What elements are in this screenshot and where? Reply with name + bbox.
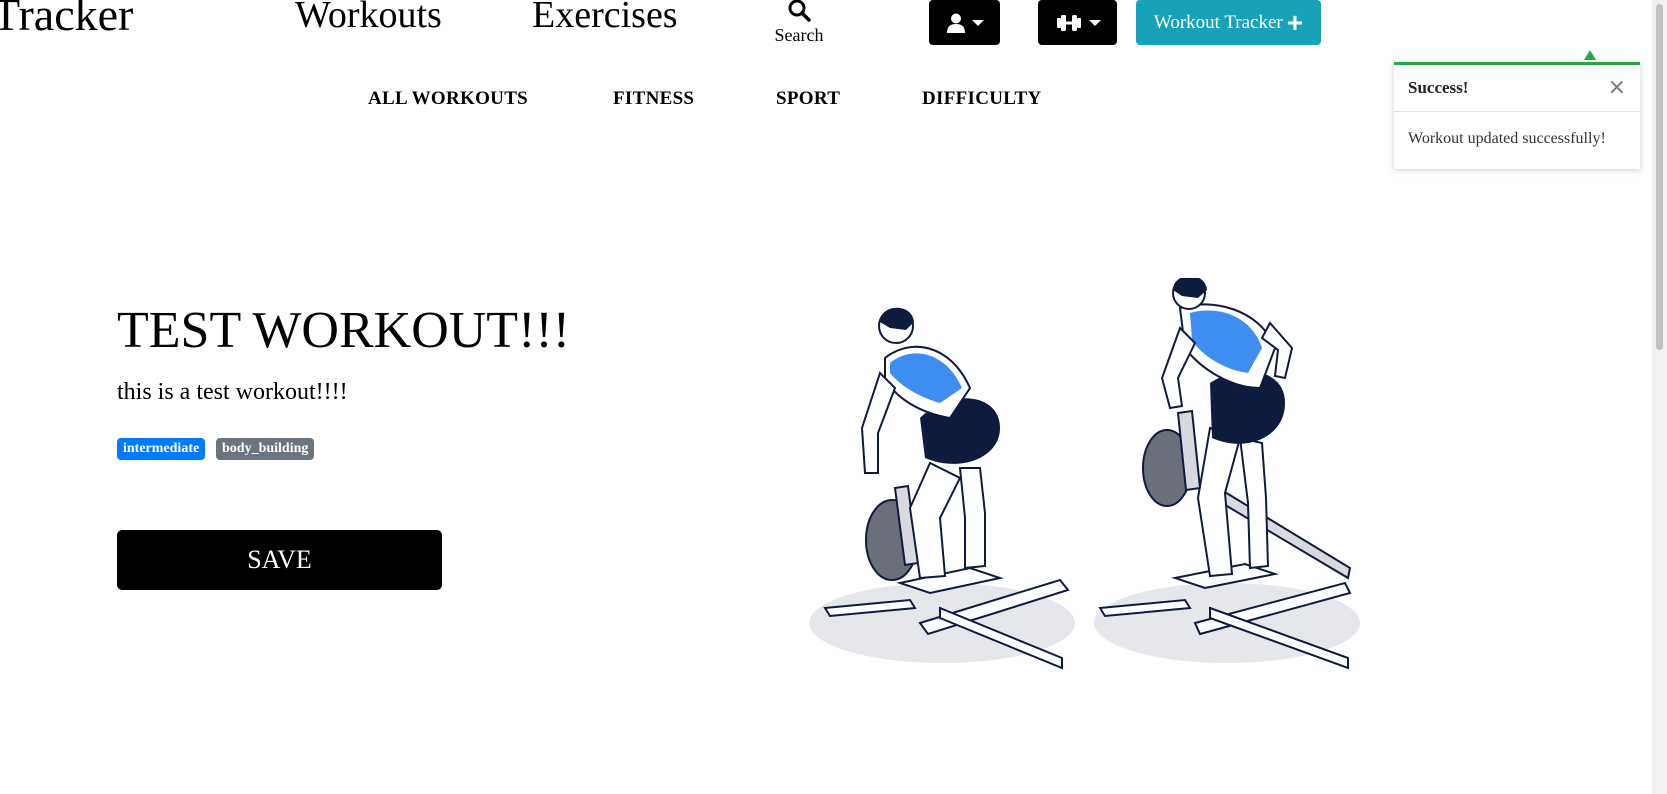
figure-start-position <box>809 307 1075 670</box>
toast-header: Success! × <box>1394 65 1640 112</box>
workout-description: this is a test workout!!!! <box>117 379 348 405</box>
chevron-down-icon <box>971 19 984 26</box>
nav-exercises[interactable]: Exercises <box>532 0 678 34</box>
tag-badge-body-building: body_building <box>216 438 315 460</box>
brand-logo[interactable]: Tracker <box>0 0 133 38</box>
search-label: Search <box>774 25 824 45</box>
user-menu-dropdown[interactable] <box>929 0 1000 45</box>
workouts-menu-dropdown[interactable] <box>1038 0 1117 45</box>
plus-icon: + <box>1286 6 1304 38</box>
workout-tracker-label: Workout Tracker <box>1153 11 1283 33</box>
success-toast: Success! × Workout updated successfully! <box>1394 62 1640 169</box>
subnav-all-workouts[interactable]: ALL WORKOUTS <box>368 88 528 110</box>
workout-tracker-button[interactable]: Workout Tracker + <box>1136 0 1321 45</box>
dumbbell-icon <box>1056 14 1081 31</box>
scrollbar-thumb[interactable] <box>1656 4 1663 350</box>
workout-title: TEST WORKOUT!!! <box>117 302 571 359</box>
toast-title: Success! <box>1408 78 1469 97</box>
figure-end-position <box>1094 278 1360 670</box>
chevron-down-icon <box>1088 19 1101 26</box>
toast-arrow <box>1584 50 1596 60</box>
search-icon <box>788 0 811 22</box>
toast-message: Workout updated successfully! <box>1408 130 1606 147</box>
exercise-illustration <box>809 278 1360 670</box>
subnav-fitness[interactable]: FITNESS <box>613 88 694 110</box>
close-icon[interactable]: × <box>1608 77 1626 99</box>
tag-badge-intermediate: intermediate <box>117 438 206 460</box>
subnav-difficulty[interactable]: DIFFICULTY <box>922 88 1042 110</box>
search-button[interactable]: Search <box>769 0 829 44</box>
subnav-sport[interactable]: SPORT <box>776 88 840 110</box>
nav-workouts[interactable]: Workouts <box>295 0 442 34</box>
user-icon <box>946 13 965 33</box>
save-button[interactable]: SAVE <box>117 530 442 590</box>
